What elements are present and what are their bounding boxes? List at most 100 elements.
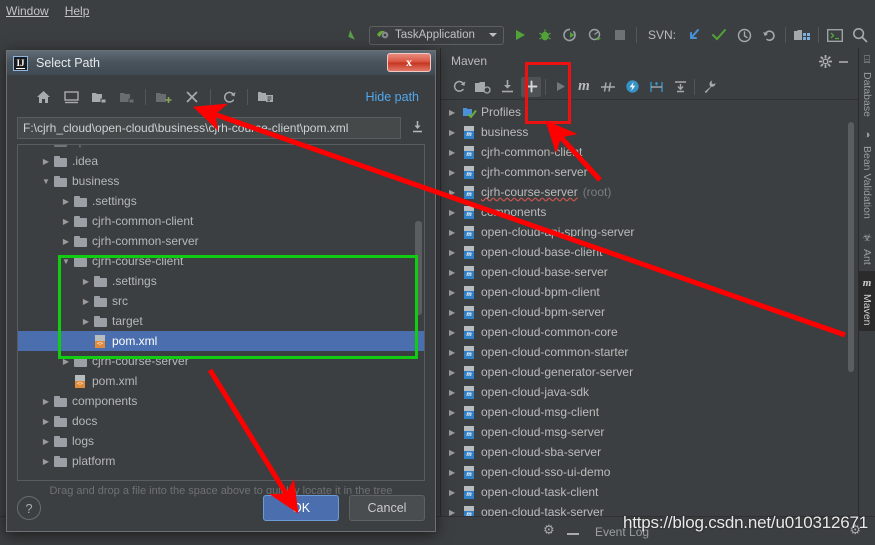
close-icon[interactable]: x [387,53,431,72]
maven-tree-row[interactable]: ▶ m open-cloud-common-starter [441,342,859,362]
file-tree-row[interactable]: ▶ target [18,311,424,331]
file-tree-row[interactable]: <> pom.xml [18,331,424,351]
file-tree-scrollbar[interactable] [415,221,422,315]
chevron-right-icon[interactable]: ▶ [449,188,463,197]
offline-mode-icon[interactable] [622,77,642,97]
maven-tree-row[interactable]: ▶ m open-cloud-common-core [441,322,859,342]
chevron-right-icon[interactable]: ▶ [449,448,463,457]
chevron-right-icon[interactable]: ▶ [38,397,54,406]
chevron-right-icon[interactable]: ▶ [38,157,54,166]
file-tree-row[interactable]: ▶ docs [18,411,424,431]
chevron-right-icon[interactable]: ▶ [38,457,54,466]
chevron-right-icon[interactable]: ▶ [58,357,74,366]
chevron-right-icon[interactable]: ▶ [449,168,463,177]
svn-history-icon[interactable] [735,26,753,44]
maven-tree-row[interactable]: ▶ m open-cloud-base-client [441,242,859,262]
chevron-right-icon[interactable]: ▶ [449,108,463,117]
terminal-icon[interactable] [826,26,844,44]
chevron-right-icon[interactable]: ▶ [78,317,94,326]
chevron-right-icon[interactable]: ▶ [58,237,74,246]
cancel-button[interactable]: Cancel [349,495,425,521]
maven-tree-row[interactable]: ▶ m open-cloud-sba-server [441,442,859,462]
gear-icon[interactable] [816,52,834,70]
refresh-icon[interactable] [219,87,239,107]
maven-tree-row[interactable]: ▶ m business [441,122,859,142]
file-tree-row[interactable]: ▶ components [18,391,424,411]
search-everywhere-icon[interactable] [851,26,869,44]
tool-window-tab-ant[interactable]: ☣ Ant [859,225,875,271]
maven-tree-row[interactable]: ▶ m open-cloud-task-client [441,482,859,502]
profile-icon[interactable] [586,26,604,44]
reimport-icon[interactable] [449,77,469,97]
chevron-right-icon[interactable]: ▶ [38,437,54,446]
file-tree-row[interactable]: ▼ open-cloud [18,145,424,151]
maven-project-tree[interactable]: ▶ Profiles ▶ m business ▶ m cjrh-common-client ▶… [441,100,859,516]
chevron-right-icon[interactable]: ▶ [449,328,463,337]
execute-maven-goal-icon[interactable]: m [574,77,594,97]
file-tree-row[interactable]: ▼ business [18,171,424,191]
debug-icon[interactable] [536,26,554,44]
project-structure-icon[interactable] [793,26,811,44]
toggle-skip-tests-icon[interactable] [598,77,618,97]
svn-update-icon[interactable] [685,26,703,44]
hide-path-link[interactable]: Hide path [365,90,419,104]
chevron-down-icon[interactable]: ▼ [38,177,54,186]
maven-tree-row[interactable]: ▶ m open-cloud-api-spring-server [441,222,859,242]
maven-tree-scrollbar[interactable] [848,122,854,372]
maven-tree-row[interactable]: ▶ m open-cloud-msg-server [441,422,859,442]
maven-tree-row[interactable]: ▶ m cjrh-course-server (root) [441,182,859,202]
tool-window-tab-database[interactable]: ⌸ Database [859,48,875,123]
maven-tree-row[interactable]: ▶ m cjrh-common-server [441,162,859,182]
maven-tree-row[interactable]: ▶ m open-cloud-bpm-server [441,302,859,322]
file-tree-row[interactable]: ▶ platform [18,451,424,471]
add-maven-project-icon[interactable] [521,76,541,97]
menu-item-help[interactable]: Help [65,4,90,18]
chevron-right-icon[interactable]: ▶ [449,228,463,237]
chevron-right-icon[interactable]: ▶ [58,197,74,206]
file-tree-row[interactable]: <> pom.xml [18,371,424,391]
maven-tree-row[interactable]: ▶ m open-cloud-msg-client [441,402,859,422]
file-tree[interactable]: ▼ open-cloud ▶ .idea ▼ business ▶ .settings ▶ cjr… [17,144,425,481]
ok-button[interactable]: OK [263,495,339,521]
file-tree-row[interactable]: ▼ cjrh-course-client [18,251,424,271]
chevron-right-icon[interactable]: ▶ [449,308,463,317]
chevron-right-icon[interactable]: ▶ [449,388,463,397]
maven-tree-row[interactable]: ▶ Profiles [441,102,859,122]
maven-tree-row[interactable]: ▶ m open-cloud-java-sdk [441,382,859,402]
run-icon[interactable] [511,26,529,44]
path-input[interactable]: F:\cjrh_cloud\open-cloud\business\cjrh-c… [17,117,401,139]
home-icon[interactable] [33,87,53,107]
chevron-down-icon[interactable]: ▼ [58,257,74,266]
generate-sources-icon[interactable] [473,77,493,97]
file-tree-row[interactable]: ▶ cjrh-course-server [18,351,424,371]
help-button[interactable]: ? [17,496,41,520]
back-arrow-icon[interactable] [344,26,362,44]
chevron-down-icon[interactable]: ▼ [38,145,54,146]
tool-window-tab-bean-validation[interactable]: ◑ Bean Validation [859,123,875,225]
chevron-right-icon[interactable]: ▶ [449,468,463,477]
chevron-right-icon[interactable]: ▶ [58,217,74,226]
menu-item-window[interactable]: Window [6,4,49,18]
settings-wrench-icon[interactable] [699,77,719,97]
chevron-right-icon[interactable]: ▶ [449,348,463,357]
file-tree-row[interactable]: ▶ cjrh-common-server [18,231,424,251]
file-tree-row[interactable]: ▶ .idea [18,151,424,171]
chevron-right-icon[interactable]: ▶ [78,277,94,286]
delete-icon[interactable] [182,87,202,107]
gear-icon[interactable]: ⚙ [543,522,555,538]
file-tree-row[interactable]: ▶ src [18,291,424,311]
maven-tree-row[interactable]: ▶ m open-cloud-base-server [441,262,859,282]
chevron-right-icon[interactable]: ▶ [449,408,463,417]
svn-revert-icon[interactable] [760,26,778,44]
project-folder-icon[interactable] [89,87,109,107]
chevron-right-icon[interactable]: ▶ [449,368,463,377]
file-tree-row[interactable]: ▶ .settings [18,191,424,211]
chevron-right-icon[interactable]: ▶ [449,488,463,497]
recent-paths-icon[interactable] [409,120,425,136]
maven-tree-row[interactable]: ▶ m open-cloud-bpm-client [441,282,859,302]
chevron-right-icon[interactable]: ▶ [38,417,54,426]
maven-tree-row[interactable]: ▶ m open-cloud-sso-ui-demo [441,462,859,482]
chevron-right-icon[interactable]: ▶ [449,208,463,217]
chevron-right-icon[interactable]: ▶ [449,128,463,137]
show-hidden-files-icon[interactable] [256,87,276,107]
